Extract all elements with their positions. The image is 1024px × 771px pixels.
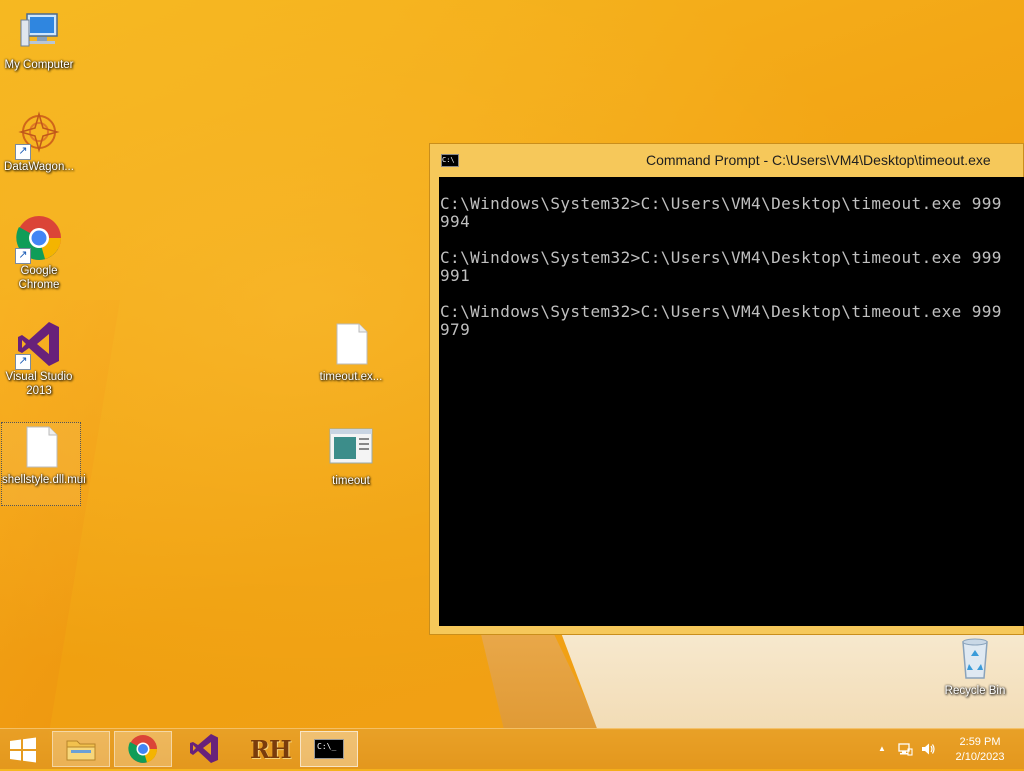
console-command-line: C:\Windows\System32>C:\Users\VM4\Desktop… — [440, 194, 1002, 213]
system-clock[interactable]: 2:59 PM 2/10/2023 — [948, 735, 1012, 765]
taskbar-google-chrome[interactable] — [114, 731, 172, 767]
taskbar-visual-studio[interactable] — [176, 731, 234, 767]
file-icon — [17, 423, 65, 471]
desktop-icon-google-chrome[interactable]: ↗ Google Chrome — [0, 214, 78, 292]
console-command-line: C:\Windows\System32>C:\Users\VM4\Desktop… — [440, 302, 1002, 321]
desktop-icon-label: Recycle Bin — [944, 685, 1006, 697]
file-icon — [327, 320, 375, 368]
console-command-line: C:\Windows\System32>C:\Users\VM4\Desktop… — [440, 248, 1002, 267]
application-window-icon — [327, 424, 375, 472]
desktop-icon-label: shellstyle.dll.mui — [2, 474, 86, 486]
volume-icon[interactable] — [920, 741, 936, 757]
recycle-bin-icon — [951, 634, 999, 682]
taskbar-file-explorer[interactable] — [52, 731, 110, 767]
desktop-icon-datawagon[interactable]: ↗ DataWagon... — [0, 110, 78, 174]
taskbar-command-prompt[interactable]: C:\_ — [300, 731, 358, 767]
taskbar-rh-app[interactable]: RH — [238, 731, 296, 767]
console-output-line: 994 — [440, 212, 471, 231]
console-output-line: 979 — [440, 320, 471, 339]
computer-icon — [15, 8, 63, 56]
desktop-icon-label: DataWagon... — [4, 161, 74, 173]
shortcut-arrow-icon: ↗ — [15, 144, 31, 160]
taskbar: RH C:\_ ▲ 2:59 PM 2/10/2023 — [0, 728, 1024, 769]
window-titlebar[interactable]: C:\ Command Prompt - C:\Users\VM4\Deskto… — [430, 144, 1023, 176]
window-title: Command Prompt - C:\Users\VM4\Desktop\ti… — [646, 152, 991, 168]
clock-date: 2/10/2023 — [955, 751, 1005, 763]
desktop-icon-label: Visual Studio 2013 — [5, 371, 73, 397]
desktop-icon-my-computer[interactable]: My Computer — [0, 8, 78, 72]
desktop-icon-label: Google Chrome — [18, 265, 60, 291]
visual-studio-icon: ↗ — [15, 320, 63, 370]
show-hidden-icons-icon[interactable]: ▲ — [874, 741, 890, 757]
desktop-icon-label: timeout.ex... — [319, 371, 383, 383]
command-prompt-icon: C:\_ — [314, 739, 344, 759]
datawagon-icon: ↗ — [15, 110, 63, 160]
windows-start-icon[interactable] — [8, 737, 38, 763]
console-entry: C:\Windows\System32>C:\Users\VM4\Desktop… — [439, 249, 1024, 285]
command-prompt-window[interactable]: C:\ Command Prompt - C:\Users\VM4\Deskto… — [429, 143, 1024, 635]
command-prompt-icon[interactable]: C:\ — [441, 154, 459, 167]
desktop-icon-timeout-exe-file[interactable]: timeout.ex... — [312, 320, 390, 384]
console-output-line: 991 — [440, 266, 471, 285]
rh-icon: RH — [250, 735, 292, 764]
visual-studio-icon — [190, 734, 218, 763]
desktop-icon-label: My Computer — [4, 59, 74, 71]
clock-time: 2:59 PM — [959, 736, 1001, 748]
shortcut-arrow-icon: ↗ — [15, 354, 31, 370]
desktop-icon-timeout-app[interactable]: timeout — [312, 424, 390, 488]
desktop-icon-recycle-bin[interactable]: Recycle Bin — [936, 634, 1014, 698]
desktop-icon-label: timeout — [332, 475, 370, 487]
folder-icon — [66, 740, 96, 761]
network-icon[interactable] — [897, 741, 913, 757]
console-entry: C:\Windows\System32>C:\Users\VM4\Desktop… — [439, 195, 1024, 231]
shortcut-arrow-icon: ↗ — [15, 248, 31, 264]
chrome-icon — [128, 735, 158, 763]
desktop-icon-visual-studio[interactable]: ↗ Visual Studio 2013 — [0, 320, 78, 398]
console-entry: C:\Windows\System32>C:\Users\VM4\Desktop… — [439, 303, 1024, 339]
chrome-icon: ↗ — [15, 214, 63, 264]
console-output[interactable]: C:\Windows\System32>C:\Users\VM4\Desktop… — [439, 177, 1024, 626]
desktop-icon-shellstyle[interactable]: shellstyle.dll.mui — [1, 422, 86, 506]
